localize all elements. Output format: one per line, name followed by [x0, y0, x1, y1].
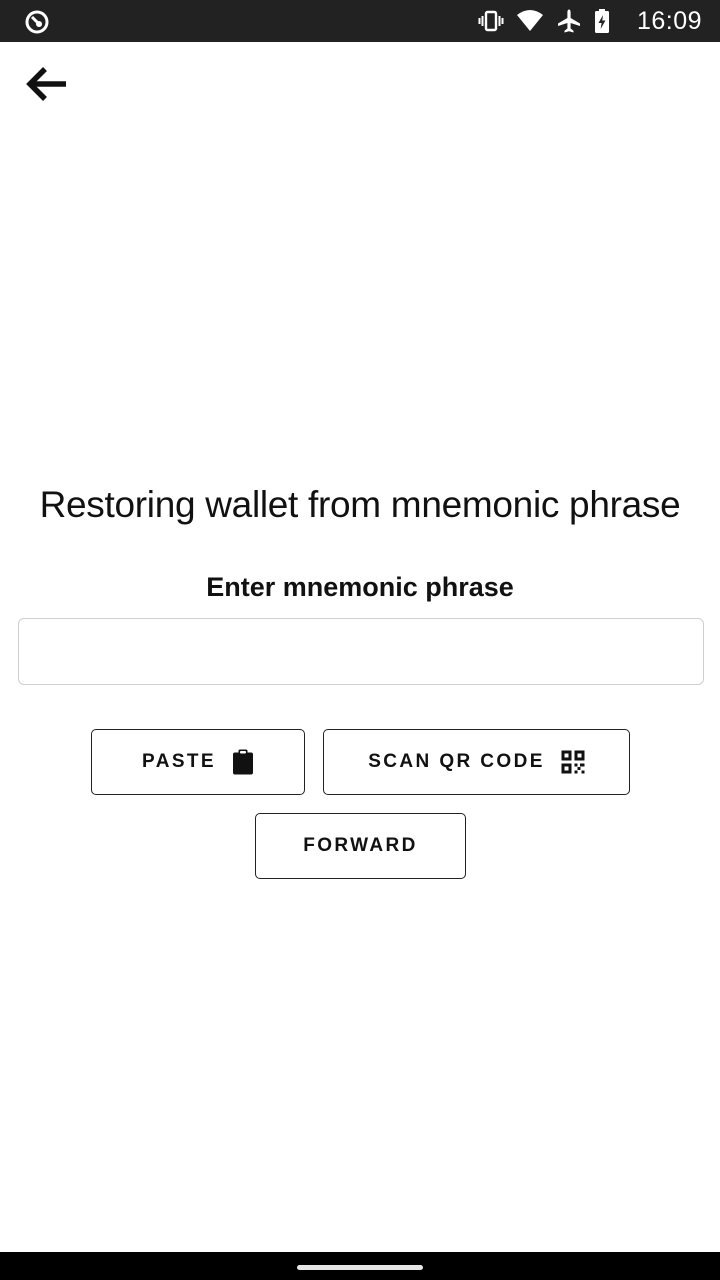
status-clock: 16:09 — [636, 7, 702, 35]
scan-qr-code-button[interactable]: SCAN QR CODE — [323, 729, 630, 795]
page-title: Restoring wallet from mnemonic phrase — [39, 484, 681, 525]
paste-button[interactable]: PASTE — [91, 729, 305, 795]
vibrate-icon — [478, 10, 504, 32]
qr-code-icon — [561, 750, 585, 774]
scan-qr-code-button-label: SCAN QR CODE — [368, 751, 545, 772]
mnemonic-phrase-input[interactable] — [18, 618, 704, 685]
status-icons — [478, 8, 610, 34]
airplane-mode-icon — [558, 9, 580, 33]
forward-button-label: FORWARD — [303, 835, 418, 856]
navigation-bar — [0, 1252, 720, 1280]
arrow-left-icon — [26, 67, 66, 101]
back-button[interactable] — [18, 56, 74, 112]
wifi-icon — [517, 10, 543, 31]
home-gesture-handle[interactable] — [297, 1265, 423, 1270]
status-bar: 16:09 — [0, 0, 720, 42]
battery-charging-icon — [595, 9, 609, 33]
clipboard-icon — [232, 749, 253, 775]
paste-button-label: PASTE — [142, 751, 216, 772]
app-indicator-icon — [25, 10, 49, 34]
forward-button[interactable]: FORWARD — [255, 813, 466, 879]
mnemonic-input-label: Enter mnemonic phrase — [206, 572, 514, 602]
